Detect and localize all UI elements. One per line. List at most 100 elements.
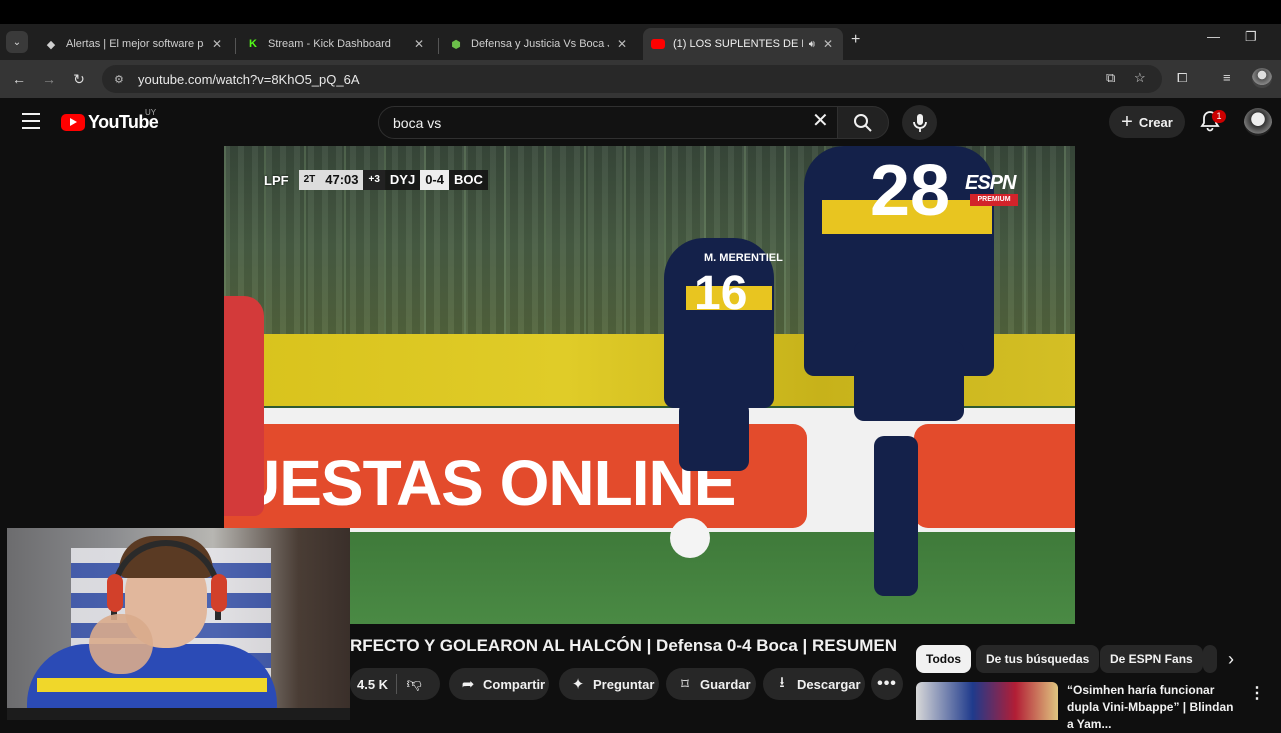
tab-title: Defensa y Justicia Vs Boca Junio (471, 38, 609, 50)
player-28-shorts (854, 341, 964, 421)
chip-espn-fans[interactable]: De ESPN Fans (1100, 645, 1203, 673)
share-button[interactable]: ➦ Compartir (449, 668, 549, 700)
chip-partial[interactable] (1203, 645, 1217, 673)
dislike-icon[interactable]: 👎︎ (405, 675, 423, 693)
more-vertical-icon[interactable]: ⋮ (1249, 683, 1265, 703)
webcam-overlay (7, 528, 350, 720)
chip-all[interactable]: Todos (916, 645, 972, 673)
download-button[interactable]: ⭳ Descargar (763, 668, 865, 700)
diamond-icon: ◆ (46, 38, 56, 51)
share-label: Compartir (483, 676, 546, 692)
ask-label: Preguntar (593, 676, 655, 692)
tab-kick-dashboard[interactable]: K Stream - Kick Dashboard ✕ (238, 28, 434, 60)
extensions-icon[interactable]: ⧠ (1177, 70, 1187, 86)
youtube-play-icon (61, 114, 85, 131)
search-input[interactable]: boca vs (378, 106, 838, 139)
more-horizontal-icon: ••• (877, 675, 897, 692)
chip-from-searches[interactable]: De tus búsquedas (976, 645, 1100, 673)
voice-search-button[interactable] (902, 105, 937, 140)
close-icon[interactable]: ✕ (412, 37, 426, 51)
address-bar[interactable]: ⚙ youtube.com/watch?v=8KhO5_pQ_6A (102, 65, 1162, 93)
tab-defensa-boca[interactable]: ⬢ Defensa y Justicia Vs Boca Junio ✕ (441, 28, 637, 60)
menu-icon[interactable] (22, 113, 40, 129)
close-icon[interactable]: ✕ (821, 37, 835, 51)
media-control-icon[interactable]: ≡ (1223, 70, 1231, 85)
close-icon[interactable]: ✕ (615, 37, 629, 51)
tab-title: Alertas | El mejor software para (66, 38, 204, 50)
save-button[interactable]: ⌑ Guardar (666, 668, 756, 700)
ask-button[interactable]: ✦ Preguntar (559, 668, 659, 700)
search-button[interactable] (837, 106, 889, 139)
share-icon: ➦ (461, 676, 475, 693)
reload-button[interactable]: ↻ (69, 69, 89, 89)
headset-earcup (211, 574, 227, 612)
scoreboard: LPF 2T 47:03 +3 DYJ 0-4 BOC (264, 170, 488, 190)
ad-board-text: UESTAS ONLINE (234, 447, 736, 519)
close-icon[interactable]: ✕ (210, 37, 224, 51)
site-info-icon[interactable]: ⚙ (114, 73, 130, 86)
broadcaster-logo: ESPN (965, 172, 1016, 194)
create-label: Crear (1138, 114, 1173, 130)
youtube-icon (651, 37, 665, 51)
back-button[interactable]: ← (9, 69, 29, 89)
download-label: Descargar (797, 676, 861, 692)
match-period: 2T (298, 170, 321, 190)
home-team: DYJ (389, 172, 416, 187)
scoreboard-box: 2T 47:03 +3 DYJ 0-4 BOC (298, 170, 488, 190)
keyboard (7, 708, 350, 720)
plus-icon: + (1121, 111, 1133, 133)
broadcaster-sub-label: PREMIUM (970, 194, 1018, 206)
speaker-icon[interactable]: 🔊︎ (809, 39, 815, 50)
added-time: +3 (363, 170, 385, 190)
browser-profile-avatar[interactable] (1252, 68, 1272, 88)
save-label: Guardar (700, 676, 751, 692)
bookmark-star-icon[interactable]: ☆ (1134, 70, 1146, 86)
tab-alertas[interactable]: ◆ Alertas | El mejor software para ✕ (36, 28, 232, 60)
streamer-hand (89, 614, 153, 674)
shield-icon: ⬢ (451, 38, 461, 51)
youtube-logo[interactable]: YouTube UY (61, 108, 159, 133)
video-title: RFECTO Y GOLEARON AL HALCÓN | Defensa 0-… (350, 636, 897, 655)
create-button[interactable]: + Crear (1109, 106, 1185, 138)
tab-separator (235, 38, 236, 54)
chevron-right-icon[interactable]: › (1228, 649, 1234, 670)
clear-search-icon[interactable]: ✕ (812, 110, 829, 132)
more-actions-button[interactable]: ••• (871, 668, 903, 700)
minimize-button[interactable]: — (1207, 29, 1220, 44)
maximize-button[interactable]: ❐ (1245, 29, 1257, 45)
sparkle-icon: ✦ (571, 676, 585, 693)
microphone-icon (912, 113, 927, 132)
ad-board-right-panel (914, 424, 1075, 528)
country-code: UY (145, 108, 157, 117)
away-team: BOC (453, 172, 483, 187)
browser-tab-strip: ⌄ ◆ Alertas | El mejor software para ✕ K… (0, 24, 1281, 60)
bookmark-icon: ⌑ (681, 676, 689, 693)
like-count[interactable]: 4.5 K (350, 677, 388, 692)
notification-badge: 1 (1212, 110, 1226, 123)
player-16-shorts (679, 401, 749, 471)
screen-top-strip (0, 0, 1281, 24)
player-28-leg (874, 436, 918, 596)
new-tab-button[interactable]: + (851, 31, 860, 49)
recommendation-thumbnail[interactable] (916, 682, 1058, 720)
cast-icon[interactable]: ⧉ (1106, 70, 1115, 86)
recommendation-title[interactable]: “Osimhen haría funcionar dupla Vini-Mbap… (1067, 682, 1239, 733)
divider (396, 674, 398, 694)
tab-youtube-active[interactable]: (1) LOS SUPLENTES DE BOC 🔊︎ ✕ (643, 28, 843, 60)
url-text: youtube.com/watch?v=8KhO5_pQ_6A (138, 71, 360, 87)
jersey-number-16: 16 (694, 267, 748, 320)
match-time: 47:03 (320, 170, 364, 190)
tab-title: Stream - Kick Dashboard (268, 38, 391, 50)
forward-button[interactable]: → (39, 69, 59, 89)
browser-toolbar: ← → ↻ ⚙ youtube.com/watch?v=8KhO5_pQ_6A … (0, 60, 1281, 98)
football (670, 518, 710, 558)
tab-search-menu-button[interactable]: ⌄ (6, 31, 28, 53)
tab-separator (438, 38, 439, 54)
video-player[interactable]: UESTAS ONLINE M. MERENTIEL 16 28 LPF 2T … (224, 146, 1075, 624)
kick-icon: K (249, 38, 257, 50)
youtube-avatar[interactable] (1244, 108, 1272, 136)
download-icon: ⭳ (779, 673, 785, 691)
tab-title: (1) LOS SUPLENTES DE BOC (673, 38, 803, 50)
jersey-name-label: M. MERENTIEL (704, 252, 783, 264)
match-score: 0-4 (420, 170, 449, 190)
